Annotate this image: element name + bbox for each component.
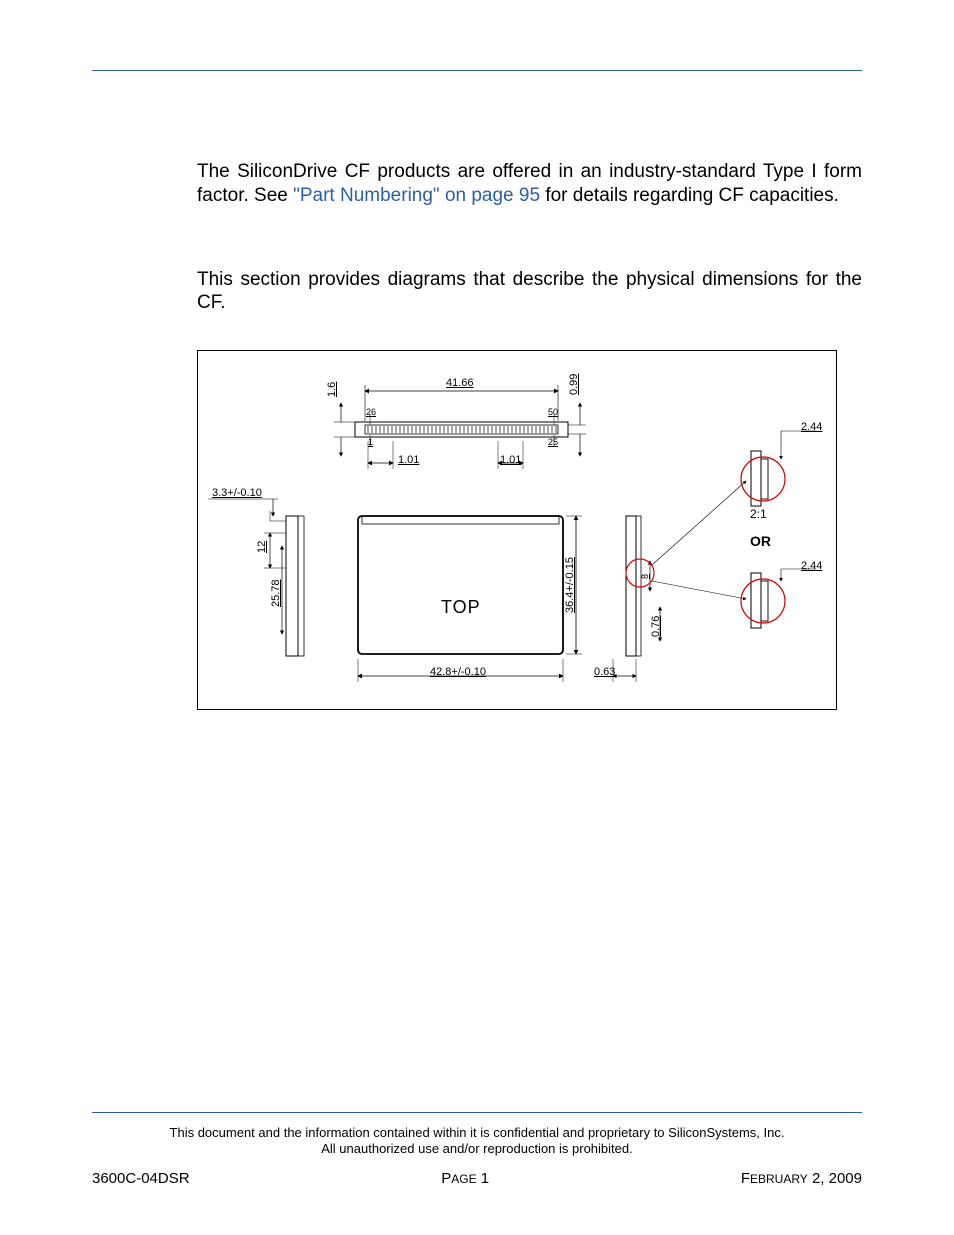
dim-42-8: 42.8+/-0.10 — [430, 666, 486, 678]
pin-26: 26 — [366, 407, 376, 417]
footer-page-p: P — [441, 1170, 451, 1187]
footer-date-ebruary: EBRUARY — [750, 1172, 808, 1186]
footer-page-num: 1 — [477, 1170, 490, 1187]
disclaimer: This document and the information contai… — [92, 1125, 862, 1158]
dim-2-44-a: 2.44 — [801, 421, 822, 433]
dim-25-78: 25.78 — [270, 579, 282, 607]
or-label: OR — [750, 533, 771, 549]
footer-date-rest: 2, 2009 — [808, 1170, 862, 1187]
part-numbering-link[interactable]: "Part Numbering" on page 95 — [293, 185, 540, 206]
footer-date-f: F — [741, 1170, 750, 1187]
dim-0-99: 0.99 — [568, 374, 580, 395]
footer-date: FEBRUARY 2, 2009 — [741, 1170, 862, 1187]
dim-0-63: 0.63 — [594, 666, 615, 678]
paragraph-2: This section provides diagrams that desc… — [197, 268, 862, 316]
top-label: TOP — [441, 597, 481, 618]
dim-2-44-b: 2.44 — [801, 560, 822, 572]
dim-0-76: 0.76 — [650, 616, 662, 637]
ratio-label: 2:1 — [750, 507, 767, 521]
dim-1-01-b: 1.01 — [500, 454, 521, 466]
bottom-rule — [92, 1112, 862, 1113]
disclaimer-line2: All unauthorized use and/or reproduction… — [321, 1141, 632, 1156]
dim-12: 12 — [256, 541, 268, 553]
dim-1-6: 1.6 — [326, 382, 338, 397]
disclaimer-line1: This document and the information contai… — [170, 1125, 785, 1140]
pin-1: 1 — [368, 437, 373, 447]
pin-50: 50 — [548, 407, 558, 417]
dim-41-66: 41.66 — [446, 377, 474, 389]
paragraph-1: The SiliconDrive CF products are offered… — [197, 160, 862, 208]
dim-36-4: 36.4+/-0.15 — [564, 557, 576, 613]
footer-doc-id: 3600C-04DSR — [92, 1170, 190, 1187]
para1-text-b: for details regarding CF capacities. — [540, 185, 839, 206]
top-rule — [92, 70, 862, 71]
dim-1-01-a: 1.01 — [398, 454, 419, 466]
dim-8: 8 — [640, 574, 650, 579]
dim-3-3: 3.3+/-0.10 — [212, 487, 262, 499]
footer-page-age: AGE — [451, 1172, 476, 1186]
dimension-figure: 41.66 1.6 0.99 26 50 1 25 1.01 1.01 3.3+… — [197, 350, 837, 710]
pin-25: 25 — [548, 437, 558, 447]
footer-page: PAGE 1 — [441, 1170, 489, 1187]
